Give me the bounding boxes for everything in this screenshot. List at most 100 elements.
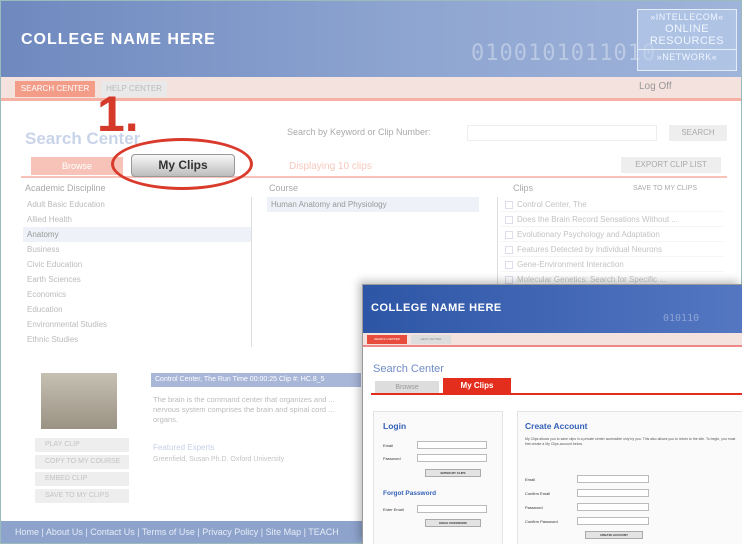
login-email-input[interactable] [417, 441, 487, 449]
course-column-header: Course [269, 183, 299, 193]
list-item-label: Environmental Studies [27, 320, 108, 329]
highlight-oval [111, 138, 253, 190]
login-heading: Login [383, 421, 407, 431]
list-item[interactable]: Human Anatomy and Physiology [267, 197, 479, 212]
step-number: 1. [97, 86, 139, 142]
export-clip-list-button[interactable]: EXPORT CLIP LIST [621, 157, 721, 173]
list-item-label: Evolutionary Psychology and Adaptation [517, 230, 660, 239]
list-item[interactable]: Features Detected by Individual Neurons [501, 242, 723, 257]
logo-line-1: »INTELLECOM« [650, 12, 724, 22]
login-email-label: Email [383, 443, 394, 448]
list-item-label: Ethnic Studies [27, 335, 79, 344]
list-item-label: Human Anatomy and Physiology [271, 200, 387, 209]
discipline-list: Adult Basic Education Allied Health Anatom… [23, 197, 251, 347]
panel-nav-bar: SEARCH CENTER HELP CENTER [363, 333, 742, 347]
create-account-intro: My Clips allows you to save clips in a p… [525, 437, 736, 446]
clips-column-header: Clips [513, 183, 534, 193]
panel-nav-help-center[interactable]: HELP CENTER [411, 335, 451, 344]
featured-expert-name: Greenfield, Susan Ph.D. Oxford Universit… [153, 456, 285, 463]
panel-page-title: Search Center [373, 363, 444, 375]
panel-header: COLLEGE NAME HERE 010110 [363, 285, 742, 333]
list-item-label: Business [27, 245, 60, 254]
intellecom-logo[interactable]: »INTELLECOM« ONLINE RESOURCES »NETWORK« [637, 9, 737, 71]
forgot-email-input[interactable] [417, 505, 487, 513]
search-label: Search by Keyword or Clip Number: [287, 127, 431, 137]
list-item-label: Anatomy [27, 230, 59, 239]
create-confirm-password-label: Confirm Password [525, 519, 558, 524]
clip-description: The brain is the command center that org… [153, 395, 335, 424]
panel-tab-underline [371, 393, 742, 395]
clip-list: Control Center, The Does the Brain Record… [501, 197, 723, 287]
site-title: COLLEGE NAME HERE [21, 31, 216, 48]
site-header: COLLEGE NAME HERE 0100101011010 »INTELLE… [1, 1, 741, 77]
save-to-my-clips-link[interactable]: SAVE TO MY CLIPS [633, 185, 697, 192]
create-account-heading: Create Account [525, 421, 588, 431]
list-item[interactable]: Anatomy [23, 227, 251, 242]
list-item[interactable]: Civic Education [23, 257, 251, 272]
search-input[interactable] [467, 125, 657, 141]
clip-checkbox[interactable] [505, 260, 513, 269]
list-item[interactable]: Education [23, 302, 251, 317]
clip-checkbox[interactable] [505, 230, 513, 239]
panel-binary-decoration: 010110 [663, 313, 700, 324]
header-binary-decoration: 0100101011010 [471, 41, 657, 66]
create-password-label: Password [525, 505, 543, 510]
list-item[interactable]: Ethnic Studies [23, 332, 251, 347]
list-item-label: Gene-Environment Interaction [517, 260, 624, 269]
displaying-count: Displaying 10 clips [289, 161, 372, 172]
panel-site-title: COLLEGE NAME HERE [371, 302, 502, 314]
list-item[interactable]: Earth Sciences [23, 272, 251, 287]
list-item[interactable]: Adult Basic Education [23, 197, 251, 212]
list-item-label: Features Detected by Individual Neurons [517, 245, 662, 254]
list-item-label: Education [27, 305, 63, 314]
list-item-label: Control Center, The [517, 200, 587, 209]
list-item-label: Earth Sciences [27, 275, 81, 284]
save-to-my-clips-button[interactable]: SAVE TO MY CLIPS [35, 489, 129, 503]
column-divider [251, 197, 252, 347]
create-account-button[interactable]: CREATE ACCOUNT [585, 531, 643, 539]
list-item[interactable]: Does the Brain Record Sensations Without… [501, 212, 723, 227]
copy-to-my-course-button[interactable]: COPY TO MY COURSE [35, 455, 129, 469]
embed-clip-button[interactable]: EMBED CLIP [35, 472, 129, 486]
search-button[interactable]: SEARCH [669, 125, 727, 141]
list-item[interactable]: Allied Health [23, 212, 251, 227]
forgot-email-label: Enter Email [383, 507, 404, 512]
logo-line-3: RESOURCES [649, 35, 725, 47]
list-item[interactable]: Environmental Studies [23, 317, 251, 332]
clip-checkbox[interactable] [505, 245, 513, 254]
list-item[interactable]: Evolutionary Psychology and Adaptation [501, 227, 723, 242]
list-item-label: Adult Basic Education [27, 200, 105, 209]
enter-my-clips-button[interactable]: ENTER MY CLIPS [425, 469, 481, 477]
logoff-link[interactable]: Log Off [639, 81, 672, 92]
login-password-input[interactable] [417, 454, 487, 462]
create-confirm-password-input[interactable] [577, 517, 649, 525]
logo-line-4: »NETWORK« [638, 49, 736, 63]
create-password-input[interactable] [577, 503, 649, 511]
clip-checkbox[interactable] [505, 215, 513, 224]
email-password-button[interactable]: EMAIL PASSWORD [425, 519, 481, 527]
create-email-input[interactable] [577, 475, 649, 483]
list-item[interactable]: Business [23, 242, 251, 257]
logo-line-2: ONLINE [665, 23, 709, 35]
create-confirm-email-input[interactable] [577, 489, 649, 497]
clip-info-bar: Control Center, The Run Time 00:00:25 Cl… [151, 373, 361, 387]
list-item-label: Economics [27, 290, 67, 299]
play-clip-button[interactable]: PLAY CLIP [35, 438, 129, 452]
clip-thumbnail[interactable] [41, 373, 117, 429]
panel-tab-my-clips[interactable]: My Clips [443, 378, 511, 394]
list-item-label: Allied Health [27, 215, 72, 224]
forgot-password-heading: Forgot Password [383, 490, 437, 497]
list-item[interactable]: Gene-Environment Interaction [501, 257, 723, 272]
list-item[interactable]: Economics [23, 287, 251, 302]
clip-checkbox[interactable] [505, 275, 513, 284]
login-password-label: Password [383, 456, 401, 461]
create-confirm-email-label: Confirm Email [525, 491, 551, 496]
list-item[interactable]: Control Center, The [501, 197, 723, 212]
list-item-label: Civic Education [27, 260, 83, 269]
nav-tab-search-center[interactable]: SEARCH CENTER [15, 81, 95, 97]
panel-nav-search-center[interactable]: SEARCH CENTER [367, 335, 407, 344]
clip-checkbox[interactable] [505, 200, 513, 209]
discipline-column-header: Academic Discipline [25, 183, 106, 193]
list-item-label: Molecular Genetics: Search for Specific … [517, 275, 666, 284]
tab-browse[interactable]: Browse [31, 157, 123, 175]
